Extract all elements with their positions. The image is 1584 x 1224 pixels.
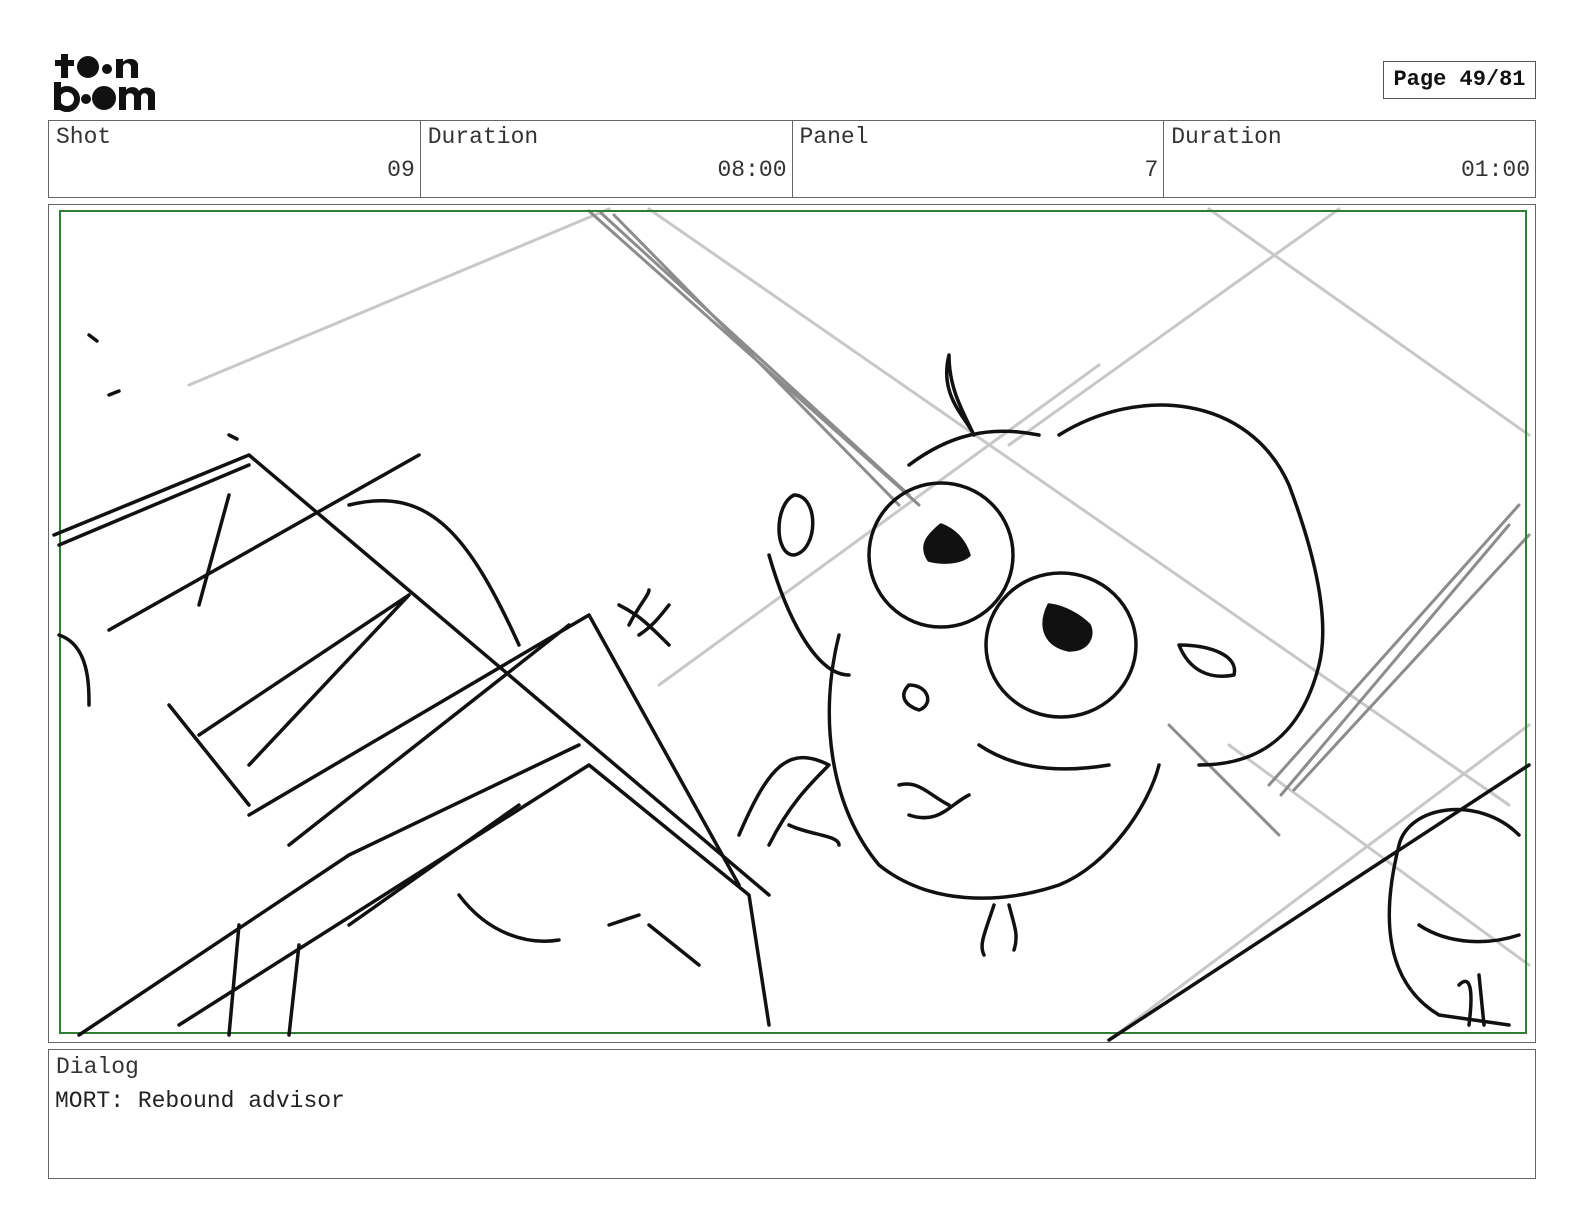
storyboard-panel [48, 204, 1536, 1043]
shot-duration-cell: Duration 08:00 [421, 121, 793, 197]
shot-label: Shot [56, 124, 112, 150]
panel-label: Panel [799, 124, 869, 150]
shot-info-row: Shot 09 Duration 08:00 Panel 7 Duration … [48, 120, 1536, 198]
dialog-text: MORT: Rebound advisor [55, 1088, 345, 1114]
dialog-box: Dialog MORT: Rebound advisor [48, 1049, 1536, 1179]
panel-sketch [52, 207, 1531, 1042]
panel-cell: Panel 7 [793, 121, 1165, 197]
shot-duration-label: Duration [427, 124, 539, 150]
character-sketch [52, 333, 1531, 1042]
perspective-guides [187, 207, 1531, 1042]
dialog-label: Dialog [56, 1054, 139, 1080]
shot-duration-value: 08:00 [717, 157, 787, 183]
panel-duration-cell: Duration 01:00 [1164, 121, 1535, 197]
panel-value: 7 [1144, 157, 1159, 183]
shot-value: 09 [387, 157, 415, 183]
panel-duration-value: 01:00 [1460, 157, 1530, 183]
toon-boom-logo: toon [54, 54, 155, 112]
page-number: Page 49/81 [1383, 61, 1536, 99]
shot-cell: Shot 09 [49, 121, 421, 197]
perspective-guides-mid [587, 209, 1531, 837]
panel-duration-label: Duration [1171, 124, 1282, 150]
